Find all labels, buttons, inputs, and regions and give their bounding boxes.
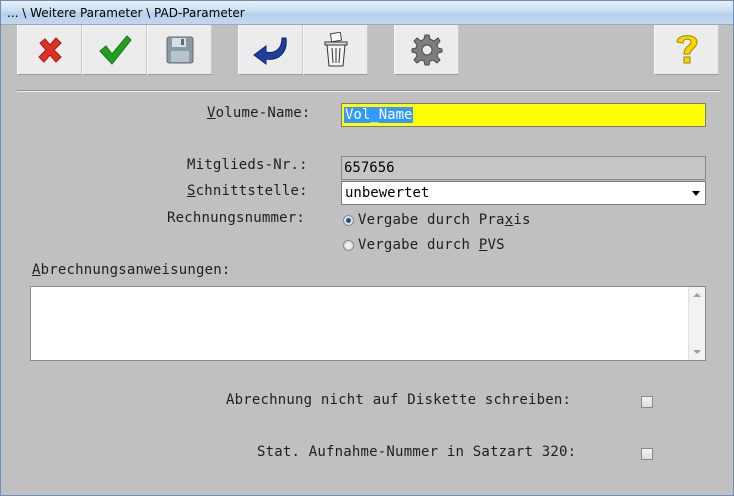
rechnungsnummer-label: Rechnungsnummer: [167, 210, 306, 226]
radio-vergabe-praxis-label[interactable]: Vergabe durch Praxis [358, 212, 531, 228]
stat-aufnahme-checkbox[interactable] [641, 448, 653, 460]
mitglieds-nr-value: 657656 [344, 160, 395, 176]
pad-parameter-window: ... \ Weitere Parameter \ PAD-Parameter [0, 0, 734, 496]
schnittstelle-select[interactable]: unbewertet [341, 181, 706, 205]
chevron-down-icon[interactable] [687, 182, 705, 204]
volume-name-value: Vol_Name [344, 107, 414, 123]
help-button[interactable] [654, 25, 719, 75]
scroll-up-icon[interactable] [693, 293, 701, 297]
settings-button[interactable] [394, 25, 459, 75]
abrechnungsanweisungen-textarea[interactable] [30, 286, 706, 361]
volume-name-label: Volume-Name: [207, 105, 311, 121]
window-title: ... \ Weitere Parameter \ PAD-Parameter [7, 6, 245, 20]
vertical-scrollbar[interactable] [688, 287, 705, 360]
undo-arrow-icon [252, 37, 287, 65]
radio-vergabe-praxis[interactable] [343, 215, 354, 226]
mitglieds-nr-field[interactable]: 657656 [341, 156, 706, 180]
toolbar-separator [17, 90, 720, 92]
gear-icon [411, 34, 442, 65]
undo-button[interactable] [238, 25, 303, 75]
diskette-label: Abrechnung nicht auf Diskette schreiben: [226, 392, 572, 408]
mitglieds-nr-label: Mitglieds-Nr.: [187, 157, 308, 173]
schnittstelle-value: unbewertet [345, 185, 430, 201]
volume-name-input[interactable]: Vol_Name [341, 103, 706, 127]
schnittstelle-label: Schnittstelle: [187, 183, 308, 199]
cancel-button[interactable] [17, 25, 82, 75]
close-x-icon [37, 36, 62, 63]
save-button[interactable] [147, 25, 212, 75]
floppy-save-icon [166, 36, 193, 63]
trash-bin-icon [324, 31, 347, 66]
stat-aufnahme-label: Stat. Aufnahme-Nummer in Satzart 320: [257, 444, 577, 460]
checkmark-icon [98, 34, 132, 65]
radio-vergabe-pvs-label[interactable]: Vergabe durch PVS [358, 237, 505, 253]
ok-button[interactable] [82, 25, 147, 75]
delete-button[interactable] [303, 25, 368, 75]
scroll-down-icon[interactable] [693, 350, 701, 354]
diskette-checkbox[interactable] [641, 396, 653, 408]
abrechnungsanweisungen-label: Abrechnungsanweisungen: [32, 262, 231, 278]
radio-vergabe-pvs[interactable] [343, 240, 354, 251]
title-bar[interactable]: ... \ Weitere Parameter \ PAD-Parameter [1, 1, 733, 25]
help-question-icon [675, 34, 698, 63]
